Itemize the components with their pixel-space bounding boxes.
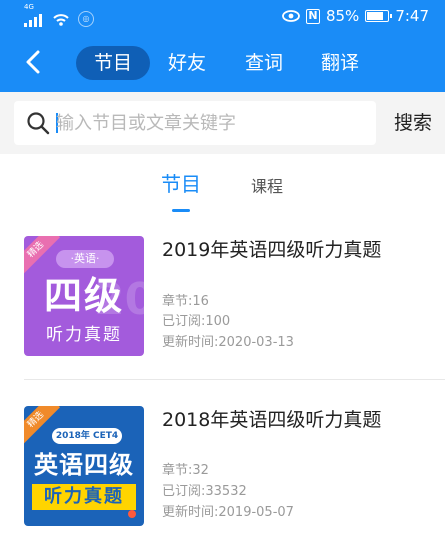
chapter-count: 章节:32	[162, 463, 209, 478]
program-title[interactable]: 2018年英语四级听力真题	[162, 408, 381, 432]
program-title[interactable]: 2019年英语四级听力真题	[162, 238, 381, 262]
top-header: 4G ◎ N 85% 7:47 节目 好友 查词 翻译	[0, 0, 445, 92]
network-label: 4G	[24, 3, 34, 11]
list-divider	[24, 379, 445, 380]
nfc-icon: N	[305, 8, 320, 24]
subscriber-count: 已订阅:33532	[162, 484, 247, 499]
search-icon	[27, 112, 50, 135]
tab-friends[interactable]: 好友	[157, 46, 217, 80]
app-screen: 4G ◎ N 85% 7:47 节目 好友 查词 翻译 输入节目或文章关键字 搜…	[0, 0, 445, 546]
thumbnail-subtitle: 听力真题	[46, 325, 122, 345]
wifi-icon	[53, 14, 69, 26]
search-box[interactable]	[14, 101, 376, 145]
active-tab-indicator	[172, 209, 190, 212]
thumbnail-dot	[128, 510, 136, 518]
subtab-courses[interactable]: 课程	[251, 175, 283, 199]
search-input[interactable]	[56, 101, 368, 145]
subscriber-count: 已订阅:100	[162, 314, 231, 329]
eye-comfort-icon	[282, 10, 300, 22]
clock: 7:47	[395, 7, 429, 25]
search-bar: 搜索	[0, 92, 445, 154]
signal-icon	[24, 13, 42, 27]
subtab-programs[interactable]: 节目	[161, 172, 201, 196]
sub-tabs: 节目 课程	[0, 154, 445, 214]
chapter-count: 章节:16	[162, 294, 209, 309]
nav-bar: 节目 好友 查词 翻译	[0, 38, 445, 88]
alert-icon: ◎	[78, 11, 94, 27]
battery-icon	[365, 10, 393, 22]
update-time: 更新时间:2020-03-13	[162, 335, 294, 350]
program-thumbnail[interactable]: 2019 精选 ·英语· 四级 听力真题	[24, 236, 144, 356]
thumbnail-pill: ·英语·	[56, 250, 114, 268]
thumbnail-subtitle: 听力真题	[32, 484, 136, 510]
featured-badge: 精选	[24, 236, 61, 275]
thumbnail-headline: 四级	[43, 274, 124, 318]
update-time: 更新时间:2019-05-07	[162, 505, 294, 520]
back-icon[interactable]	[20, 48, 48, 76]
status-bar: 4G ◎ N 85% 7:47	[0, 0, 445, 33]
search-button[interactable]: 搜索	[388, 101, 438, 145]
tab-programs[interactable]: 节目	[76, 46, 150, 80]
tab-dictionary[interactable]: 查词	[234, 46, 294, 80]
thumbnail-pill: 2018年 CET4	[52, 428, 122, 444]
battery-percent: 85%	[325, 7, 360, 25]
tab-translate[interactable]: 翻译	[310, 46, 370, 80]
thumbnail-headline: 英语四级	[34, 451, 134, 479]
program-thumbnail[interactable]: 精选 2018年 CET4 英语四级 听力真题	[24, 406, 144, 526]
